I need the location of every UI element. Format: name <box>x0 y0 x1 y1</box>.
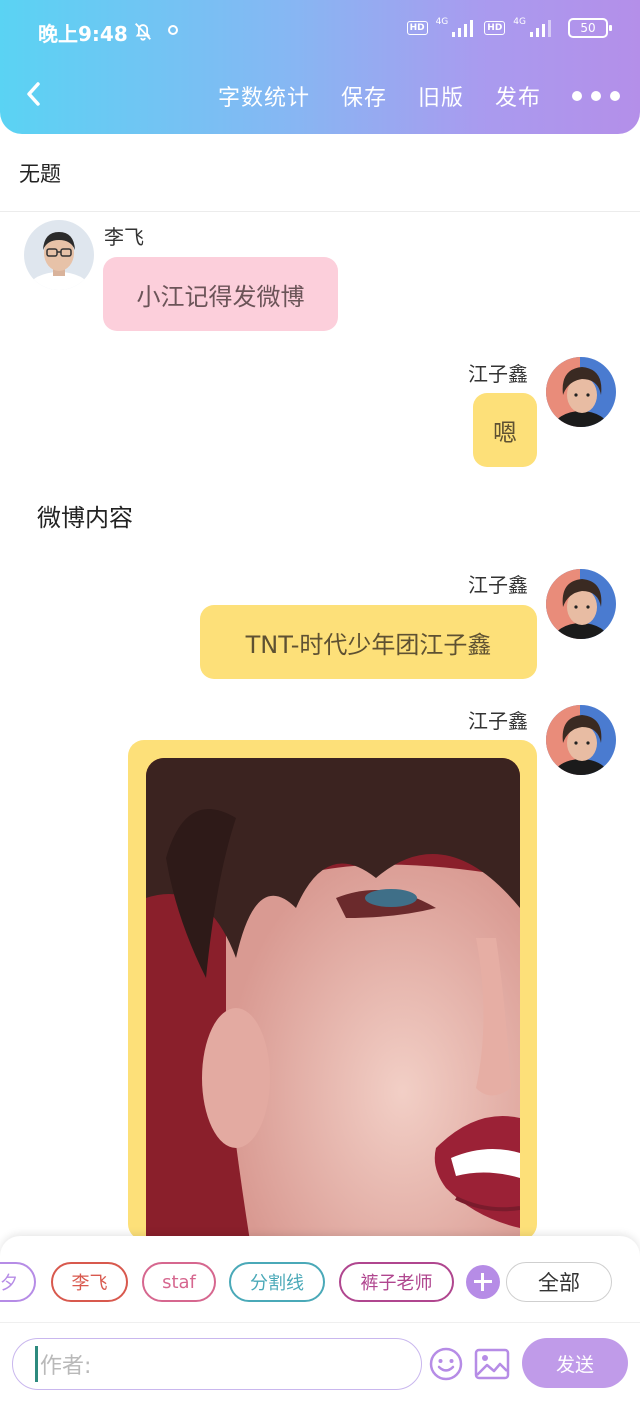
bottom-panel: 夕 李飞 staf 分割线 裤子老师 全部 作者: 发送 <box>0 1236 640 1422</box>
message-bubble[interactable]: 嗯 <box>473 393 537 467</box>
emoji-icon[interactable] <box>428 1346 464 1382</box>
message-bubble[interactable]: TNT-时代少年团江子鑫 <box>200 605 537 679</box>
avatar-jiangzixin[interactable] <box>546 705 616 775</box>
tag-chip[interactable]: 夕 <box>0 1262 36 1302</box>
signal-icon-2 <box>530 20 551 37</box>
nav-bar: 字数统计 保存 旧版 发布 <box>0 62 640 134</box>
hd-badge-2: HD <box>484 21 506 35</box>
document-title[interactable]: 无题 <box>19 158 61 188</box>
hd-badge: HD <box>406 21 428 35</box>
speaker-name: 江子鑫 <box>468 362 528 386</box>
image-message-card[interactable] <box>128 740 537 1240</box>
status-indicators: HD 4G HD 4G 50 <box>406 17 612 38</box>
more-icon[interactable] <box>572 91 620 101</box>
publish-button[interactable]: 发布 <box>495 80 541 112</box>
app-header: 晚上9:48 HD 4G HD 4G 50 字数统计 保存 旧版 发布 <box>0 0 640 134</box>
network-label: 4G <box>435 17 449 27</box>
tag-chip[interactable]: staf <box>142 1262 216 1302</box>
section-text[interactable]: 微博内容 <box>37 498 133 533</box>
save-button[interactable]: 保存 <box>341 80 387 112</box>
tag-chip[interactable]: 李飞 <box>51 1262 128 1302</box>
old-version-button[interactable]: 旧版 <box>418 80 464 112</box>
author-placeholder: 作者: <box>40 1354 92 1379</box>
message-bubble[interactable]: 小江记得发微博 <box>103 257 338 331</box>
back-icon[interactable] <box>20 78 48 110</box>
status-bar: 晚上9:48 HD 4G HD 4G 50 <box>0 0 640 62</box>
bottom-divider <box>0 1322 640 1323</box>
portrait-photo[interactable] <box>146 758 520 1240</box>
status-time: 晚上9:48 <box>38 22 128 46</box>
speaker-name: 李飞 <box>104 225 144 249</box>
all-tags-button[interactable]: 全部 <box>506 1262 612 1302</box>
network-label-2: 4G <box>513 17 526 27</box>
tag-chip[interactable]: 裤子老师 <box>339 1262 454 1302</box>
notification-dot-icon <box>168 25 178 35</box>
text-caret <box>35 1346 38 1382</box>
avatar-jiangzixin[interactable] <box>546 357 616 427</box>
word-count-button[interactable]: 字数统计 <box>218 80 310 112</box>
speaker-name: 江子鑫 <box>468 573 528 597</box>
tag-row: 夕 李飞 staf 分割线 裤子老师 全部 <box>0 1262 640 1304</box>
send-button[interactable]: 发送 <box>522 1338 628 1388</box>
plus-icon[interactable] <box>466 1265 500 1299</box>
signal-icon <box>452 20 474 37</box>
nav-actions: 字数统计 保存 旧版 发布 <box>218 80 640 112</box>
avatar-jiangzixin[interactable] <box>546 569 616 639</box>
image-icon[interactable] <box>474 1347 510 1381</box>
speaker-name: 江子鑫 <box>468 709 528 733</box>
tag-chip[interactable]: 分割线 <box>229 1262 325 1302</box>
title-divider <box>0 211 640 212</box>
avatar-lifei[interactable] <box>24 220 94 290</box>
battery-icon: 50 <box>568 18 612 38</box>
author-input[interactable]: 作者: <box>12 1338 422 1390</box>
bell-off-icon <box>134 23 152 41</box>
